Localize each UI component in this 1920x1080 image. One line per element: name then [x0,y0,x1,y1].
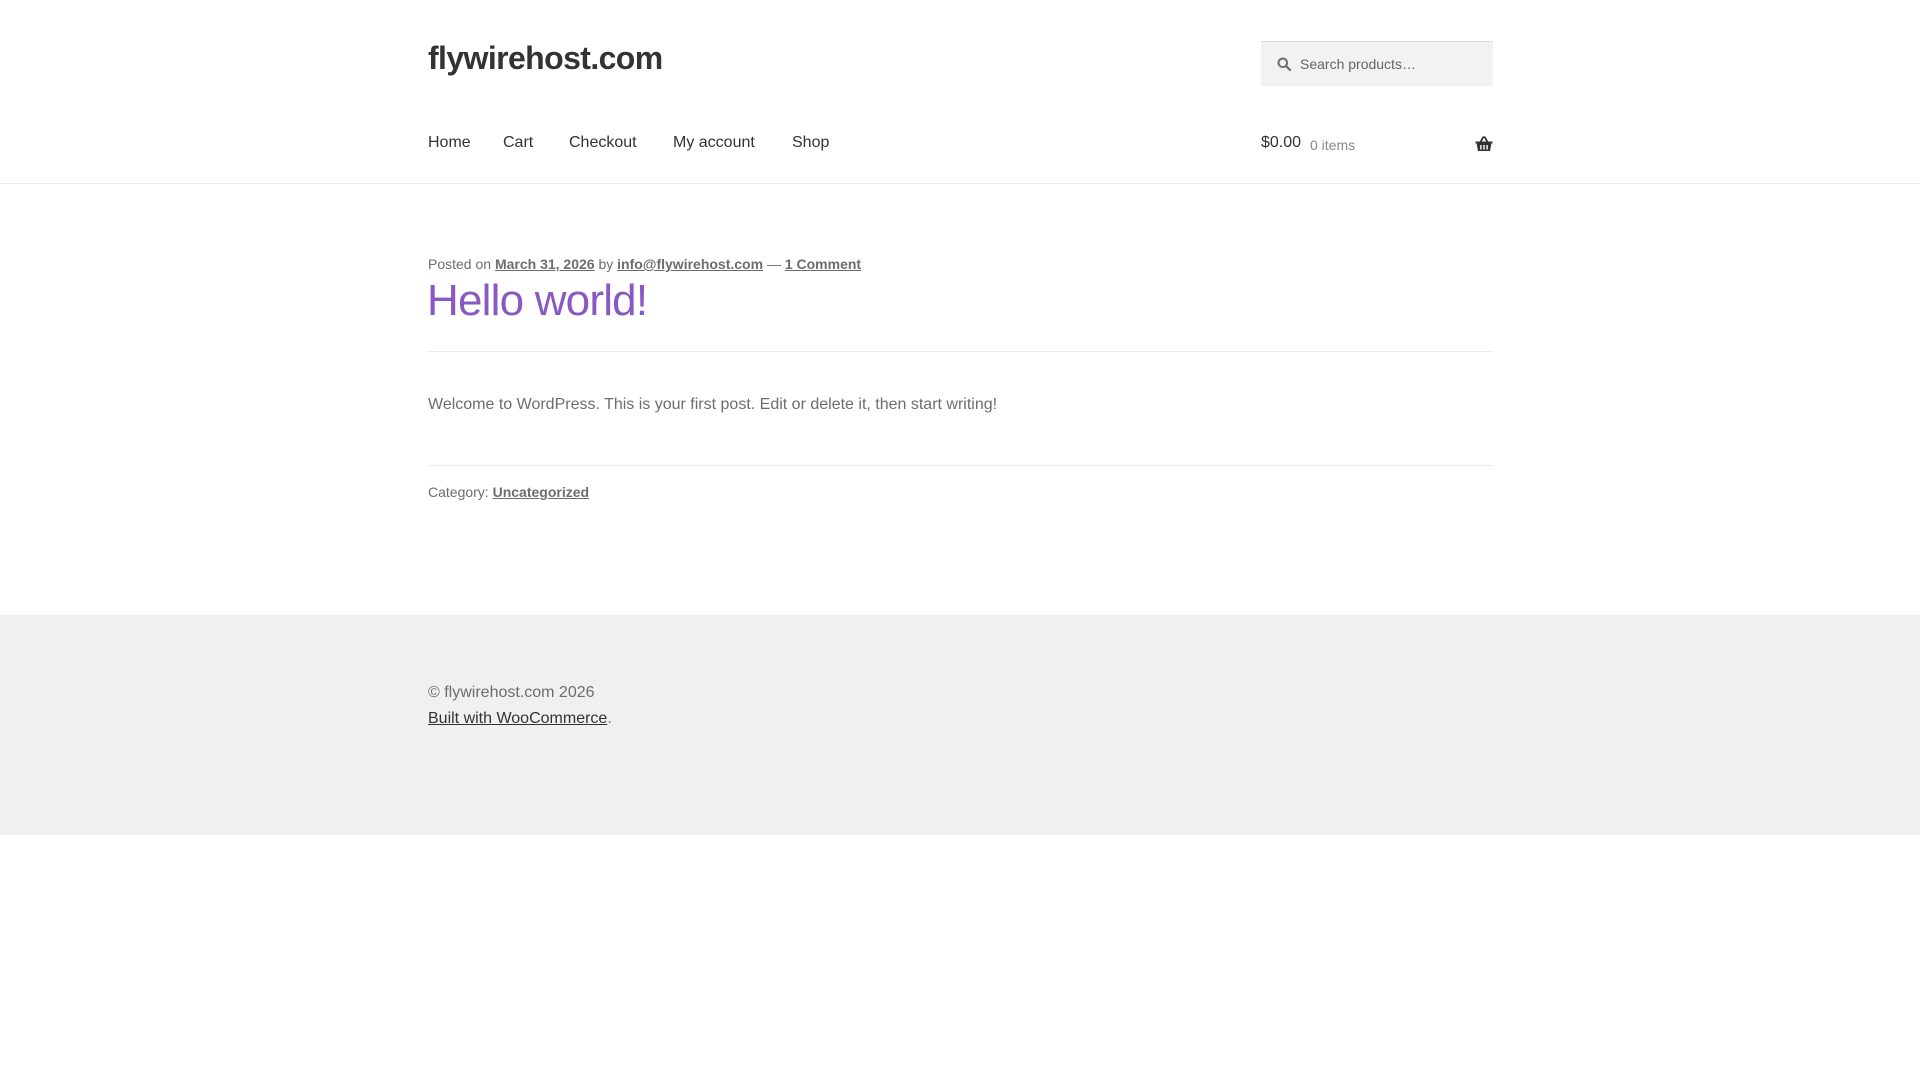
cart-amount: $0.00 [1261,134,1302,151]
footer-copyright: © flywirehost.com 2026 [428,684,595,701]
entry-meta: Posted on March 31, 2026 by info@flywire… [428,256,861,272]
footer-credit: Built with WooCommerce. [428,710,612,728]
meta-dash: — [766,256,781,272]
title-divider [428,351,1493,352]
post-date-link[interactable]: March 31, 2026 [495,256,595,272]
nav-home[interactable]: Home [428,134,471,152]
cart-item-count: 0 items [1310,137,1356,153]
product-search-form [1261,41,1493,86]
post-title: Hello world! [427,276,648,325]
credit-period: . [607,710,612,727]
content-divider [428,465,1493,466]
category-link-uncategorized[interactable]: Uncategorized [493,484,589,500]
comments-link[interactable]: 1 Comment [785,256,861,272]
category-links: Category: Uncategorized [428,484,589,500]
search-input[interactable] [1296,42,1486,86]
search-icon [1277,57,1291,71]
by-label: by [598,256,614,272]
nav-my-account[interactable]: My account [673,134,755,152]
basket-icon [1475,136,1493,151]
header-cart-link[interactable]: $0.00 0 items [1261,134,1493,156]
site-header: flywirehost.com Home Cart Checkout My ac… [0,0,1920,184]
post-content: Welcome to WordPress. This is your first… [428,396,998,413]
posted-on-label: Posted on [428,256,492,272]
category-label: Category: [428,484,489,500]
nav-cart[interactable]: Cart [503,134,533,152]
site-footer: © flywirehost.com 2026 Built with WooCom… [0,615,1920,835]
woocommerce-link[interactable]: Built with WooCommerce [428,710,607,727]
site-title-link[interactable]: flywirehost.com [428,40,663,77]
nav-checkout[interactable]: Checkout [569,134,637,152]
nav-shop[interactable]: Shop [792,134,829,152]
author-link[interactable]: info@flywirehost.com [617,256,763,272]
